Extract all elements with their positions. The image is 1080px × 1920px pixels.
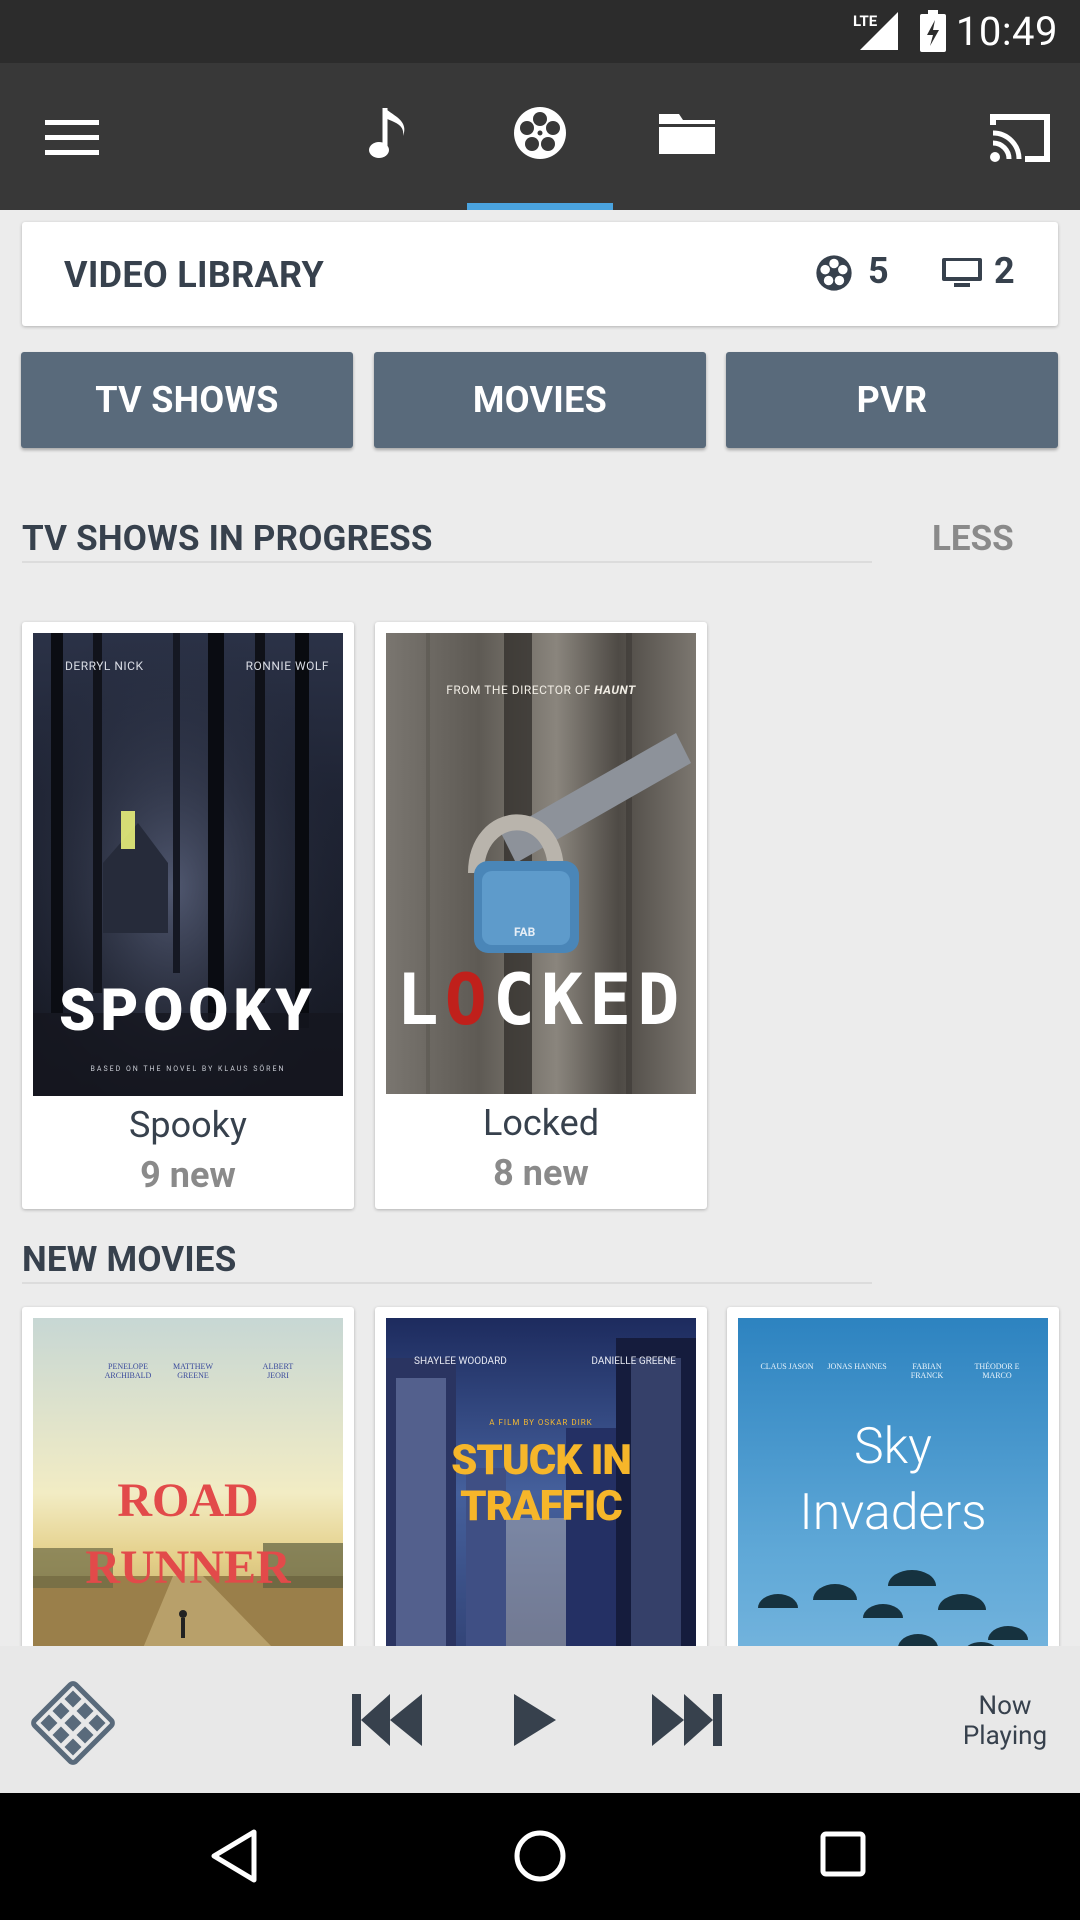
music-note-icon	[369, 108, 405, 158]
selected-tab-indicator	[467, 203, 613, 210]
new-movies-title: NEW MOVIES	[22, 1239, 237, 1280]
poster-credit-left: DERRYL NICK	[65, 659, 144, 673]
now-playing-button[interactable]: Now Playing	[940, 1691, 1070, 1751]
battery-icon	[920, 10, 946, 52]
next-button[interactable]	[648, 1686, 728, 1756]
home-icon[interactable]	[513, 1829, 567, 1883]
skip-previous-icon	[352, 1694, 422, 1746]
now-playing-label-2: Playing	[962, 1721, 1048, 1751]
poster-byline: A FILM BY OSKAR DIRK	[489, 1418, 593, 1427]
poster-credit: MATTHEW GREENE	[173, 1362, 213, 1380]
poster-credit: JONAS HANNES	[827, 1362, 887, 1371]
film-reel-icon	[514, 107, 566, 159]
cast-icon	[990, 114, 1050, 162]
recents-icon[interactable]	[820, 1831, 866, 1877]
tv-icon	[942, 258, 982, 287]
cast-button[interactable]	[975, 93, 1065, 183]
movies-count-icon	[816, 255, 852, 291]
previous-button[interactable]	[350, 1686, 430, 1756]
pvr-button[interactable]: PVR	[726, 352, 1058, 448]
tv-count: 2	[994, 250, 1015, 292]
poster-title-line2: TRAFFIC	[460, 1482, 623, 1531]
tab-video[interactable]	[495, 83, 585, 183]
poster-title-line2: Invaders	[799, 1484, 987, 1542]
menu-button[interactable]	[30, 98, 114, 178]
poster-credit-left: SHAYLEE WOODARD	[414, 1356, 507, 1367]
poster-credit: PENELOPE ARCHIBALD	[104, 1362, 152, 1380]
system-nav-bar	[0, 1793, 1080, 1920]
tab-music[interactable]	[345, 83, 435, 183]
play-icon	[514, 1694, 556, 1746]
poster-title-line1: ROAD	[117, 1474, 259, 1527]
movies-button[interactable]: MOVIES	[374, 352, 706, 448]
less-toggle[interactable]: LESS	[932, 518, 1014, 559]
show-card-locked[interactable]: FROM THE DIRECTOR OF HAUNT FAB LOCKED Lo…	[375, 622, 707, 1209]
lock-brand: FAB	[514, 925, 536, 939]
play-button[interactable]	[510, 1686, 570, 1756]
in-progress-title: TV SHOWS IN PROGRESS	[22, 518, 433, 559]
poster-title-line1: Sky	[854, 1418, 932, 1476]
poster-spooky: DERRYL NICK RONNIE WOLF SPOOKY BASED ON …	[33, 633, 343, 1096]
skip-next-icon	[652, 1694, 722, 1746]
title-o: O	[444, 959, 493, 1041]
poster-tagline: FROM THE DIRECTOR OF HAUNT	[386, 683, 696, 697]
poster-title-line1: STUCK IN	[451, 1436, 632, 1485]
folder-icon	[659, 114, 715, 154]
show-name: Spooky	[129, 1104, 247, 1146]
section-divider	[22, 1282, 872, 1284]
poster-credit: ALBERT JEORI	[262, 1362, 294, 1380]
poster-credit: CLAUS JASON	[760, 1362, 814, 1371]
show-name: Locked	[482, 1102, 600, 1144]
poster-credit: THÉODOR E MARCO	[974, 1362, 1020, 1380]
poster-title-line2: RUNNER	[85, 1541, 291, 1594]
video-library-title: VIDEO LIBRARY	[64, 254, 325, 296]
menu-icon	[45, 120, 99, 155]
app-bar	[0, 63, 1080, 210]
movies-count: 5	[868, 250, 889, 292]
tab-files[interactable]	[642, 83, 732, 183]
clock: 10:49	[955, 8, 1058, 55]
section-divider	[22, 561, 872, 563]
video-library-card[interactable]: VIDEO LIBRARY 5 2	[22, 222, 1058, 326]
show-new-count: 8 new	[493, 1152, 589, 1194]
now-playing-label-1: Now	[978, 1691, 1032, 1721]
status-bar: LTE 10:49	[0, 0, 1080, 63]
show-new-count: 9 new	[140, 1154, 236, 1196]
poster-credit-right: DANIELLE GREENE	[591, 1356, 676, 1367]
back-icon[interactable]	[210, 1828, 260, 1884]
remote-button[interactable]	[30, 1680, 116, 1766]
title-l: L	[396, 959, 445, 1041]
title-rest: CKED	[492, 959, 686, 1041]
signal-icon	[860, 12, 898, 50]
tagline-title: HAUNT	[594, 683, 636, 697]
show-card-spooky[interactable]: DERRYL NICK RONNIE WOLF SPOOKY BASED ON …	[22, 622, 354, 1209]
poster-credit: FABIAN FRANCK	[910, 1362, 944, 1380]
remote-grid-icon	[31, 1681, 115, 1765]
now-playing-bar: Now Playing	[0, 1646, 1080, 1793]
poster-locked: FROM THE DIRECTOR OF HAUNT FAB LOCKED	[386, 633, 696, 1094]
tv-shows-button[interactable]: TV SHOWS	[21, 352, 353, 448]
poster-title: LOCKED	[386, 959, 696, 1041]
poster-credit-right: RONNIE WOLF	[245, 659, 329, 673]
tagline-prefix: FROM THE DIRECTOR OF	[446, 683, 595, 697]
poster-footer: BASED ON THE NOVEL BY KLAUS SÖREN	[90, 1065, 286, 1073]
poster-title: SPOOKY	[59, 977, 317, 1045]
